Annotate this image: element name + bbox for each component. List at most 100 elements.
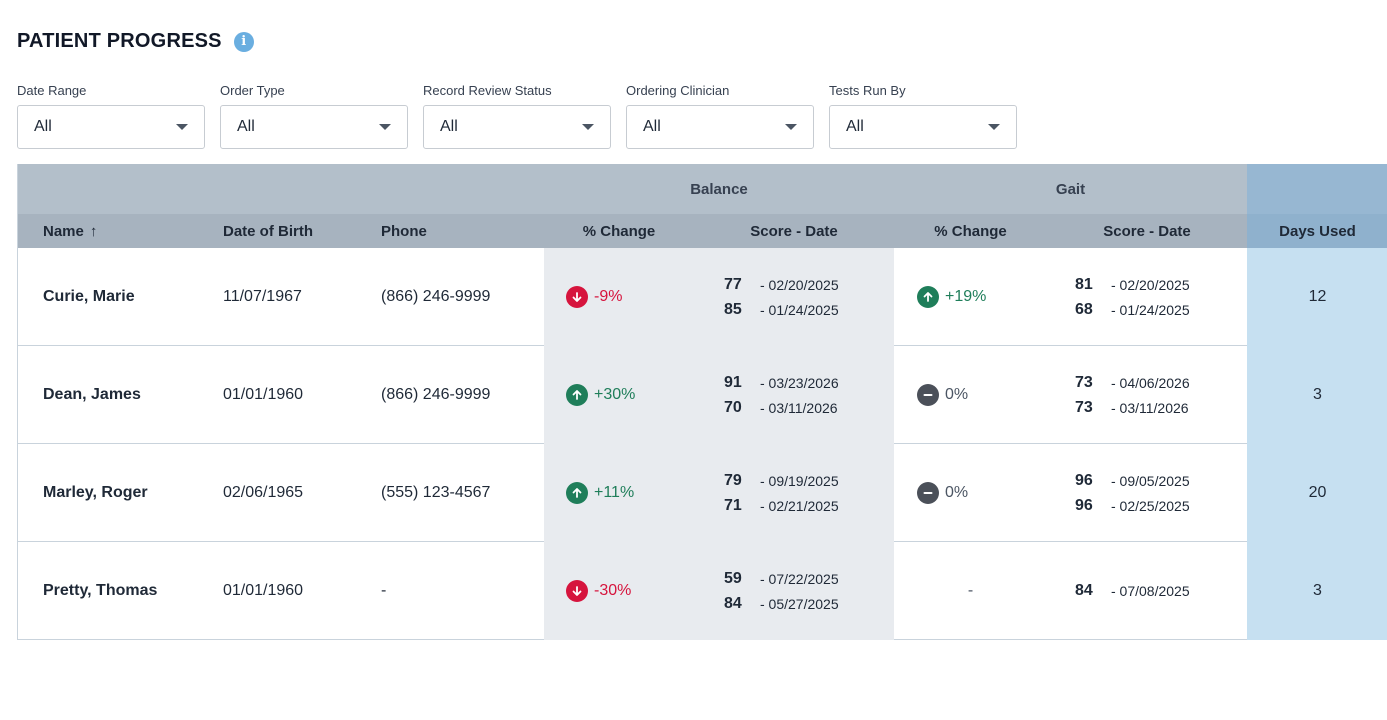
group-header-balance: Balance (690, 180, 748, 198)
empty-value: - (967, 582, 974, 599)
score-value: 68 (1075, 300, 1093, 318)
column-header-gait-score[interactable]: Score - Date (1047, 214, 1247, 248)
pct-change: 0% (894, 444, 1047, 542)
phone-number: - (381, 582, 387, 599)
date-of-birth: 01/01/1960 (223, 386, 304, 403)
score-value: 91 (724, 373, 742, 391)
score-value: 85 (724, 300, 742, 318)
order-type-select[interactable]: All (220, 105, 408, 149)
column-header-phone[interactable]: Phone (356, 214, 544, 248)
date-range-select[interactable]: All (17, 105, 205, 149)
pct-text: -9% (594, 288, 623, 305)
tests-run-by-select[interactable]: All (829, 105, 1017, 149)
score-date-cell: 96 - 09/05/2025 96 - 02/25/2025 (1047, 444, 1247, 542)
minus-icon (917, 384, 939, 406)
phone-number: (555) 123-4567 (381, 484, 491, 501)
group-header-gait: Gait (1055, 180, 1086, 198)
table-row[interactable]: Curie, Marie 11/07/1967 (866) 246-9999 -9% 7… (18, 248, 1387, 346)
score-date: - 02/20/2025 (760, 276, 839, 293)
score-date-list: 79 - 09/19/2025 71 - 02/21/2025 (694, 472, 839, 515)
select-value: All (643, 118, 661, 135)
page-title: PATIENT PROGRESS (17, 30, 222, 52)
record-review-status-select[interactable]: All (423, 105, 611, 149)
score-date-line: 77 - 02/20/2025 (724, 276, 839, 294)
column-header-name[interactable]: Name ↑ (18, 214, 198, 248)
group-header-days (1247, 164, 1387, 214)
chevron-down-icon (379, 124, 391, 130)
score-date-list: 81 - 02/20/2025 68 - 01/24/2025 (1047, 276, 1190, 319)
date-of-birth: 02/06/1965 (223, 484, 304, 501)
score-date-list: 73 - 04/06/2026 73 - 03/11/2026 (1047, 374, 1190, 417)
ordering-clinician-select[interactable]: All (626, 105, 814, 149)
score-value: 81 (1075, 275, 1093, 293)
table-row[interactable]: Marley, Roger 02/06/1965 (555) 123-4567 +11… (18, 444, 1387, 542)
score-date: - 01/24/2025 (1111, 301, 1190, 318)
table-header: Name ↑ Date of Birth Phone % Change Scor… (18, 214, 1387, 248)
score-date-cell: 59 - 07/22/2025 84 - 05/27/2025 (694, 542, 894, 640)
table-group-header: Balance Gait (18, 164, 1387, 214)
filter-ordering-clinician: Ordering Clinician All (626, 83, 814, 149)
column-header-label: Name (43, 222, 84, 240)
column-header-gait-pct[interactable]: % Change (894, 214, 1047, 248)
pct-text: -30% (594, 582, 632, 599)
score-date-line: 96 - 09/05/2025 (1075, 472, 1190, 490)
score-date-line: 71 - 02/21/2025 (724, 497, 839, 515)
pct-change-value: -9% (566, 286, 622, 308)
score-date: - 07/22/2025 (760, 570, 839, 587)
pct-change-value: 0% (917, 482, 968, 504)
score-date: - 07/08/2025 (1111, 583, 1190, 599)
pct-change: - (894, 542, 1047, 640)
score-value: 73 (1075, 398, 1093, 416)
pct-change: -30% (544, 542, 694, 640)
select-value: All (237, 118, 255, 135)
title-row: PATIENT PROGRESS i (17, 30, 254, 53)
column-header-balance-score[interactable]: Score - Date (694, 214, 894, 248)
score-value: 96 (1075, 496, 1093, 514)
score-date-cell: 73 - 04/06/2026 73 - 03/11/2026 (1047, 346, 1247, 444)
patient-name[interactable]: Marley, Roger (18, 444, 198, 542)
pct-change-value: +30% (566, 384, 635, 406)
pct-text: +19% (945, 288, 987, 305)
column-header-dob[interactable]: Date of Birth (198, 214, 356, 248)
score-date-cell: 84 - 07/08/2025 (1047, 542, 1247, 640)
score-date: - 02/20/2025 (1111, 276, 1190, 293)
patient-progress-table: Balance Gait Name ↑ Date of Birth Phone … (17, 164, 1387, 640)
score-date: - 03/11/2026 (760, 399, 838, 416)
column-header-balance-pct[interactable]: % Change (544, 214, 694, 248)
date-of-birth: 01/01/1960 (223, 582, 304, 599)
patient-name[interactable]: Dean, James (18, 346, 198, 444)
score-value: 73 (1075, 373, 1093, 391)
score-date: - 03/23/2026 (760, 374, 839, 391)
info-icon[interactable]: i (233, 31, 254, 52)
score-date-line: 84 - 05/27/2025 (724, 595, 839, 613)
score-value: 84 (1075, 582, 1093, 599)
filter-date-range: Date Range All (17, 83, 205, 149)
days-used: 3 (1247, 346, 1387, 444)
score-date: - 03/11/2026 (1111, 399, 1189, 416)
table-row[interactable]: Pretty, Thomas 01/01/1960 - -30% 59 - 07/22/2… (18, 542, 1387, 640)
pct-text: 0% (945, 484, 969, 501)
pct-text: +11% (594, 484, 635, 501)
patient-name[interactable]: Pretty, Thomas (18, 542, 198, 640)
arrow-up-icon (566, 482, 588, 504)
chevron-down-icon (582, 124, 594, 130)
filter-label: Record Review Status (423, 83, 552, 98)
score-date: - 05/27/2025 (760, 595, 839, 612)
filter-record-review-status: Record Review Status All (423, 83, 611, 149)
filter-label: Tests Run By (829, 83, 906, 98)
column-header-days[interactable]: Days Used (1247, 214, 1387, 248)
table-row[interactable]: Dean, James 01/01/1960 (866) 246-9999 +30% 9… (18, 346, 1387, 444)
score-date-cell: 77 - 02/20/2025 85 - 01/24/2025 (694, 248, 894, 346)
score-date: - 04/06/2026 (1111, 374, 1190, 391)
arrow-down-icon (566, 286, 588, 308)
score-date-line: 70 - 03/11/2026 (724, 399, 839, 417)
pct-change: +19% (894, 248, 1047, 346)
select-value: All (846, 118, 864, 135)
patient-name[interactable]: Curie, Marie (18, 248, 198, 346)
date-of-birth: 11/07/1967 (223, 288, 302, 305)
score-value: 71 (724, 496, 742, 514)
score-date-list: 96 - 09/05/2025 96 - 02/25/2025 (1047, 472, 1190, 515)
score-date-list: 84 - 07/08/2025 (1047, 582, 1190, 600)
score-date-line: 79 - 09/19/2025 (724, 472, 839, 490)
